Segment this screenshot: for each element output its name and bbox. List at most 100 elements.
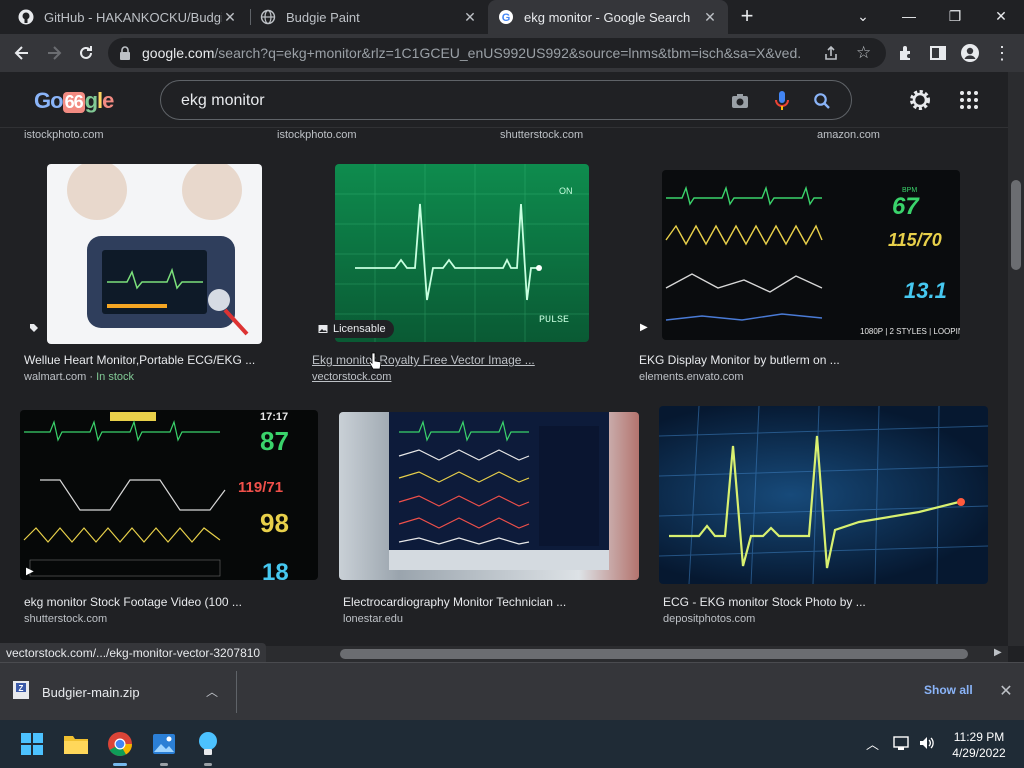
extensions-icon[interactable]: [892, 39, 920, 67]
search-box[interactable]: ekg monitor: [160, 80, 852, 120]
image-text-m-spo2: 98: [260, 508, 289, 538]
share-icon[interactable]: [822, 44, 840, 67]
search-input[interactable]: ekg monitor: [181, 92, 265, 110]
clock-date: 4/29/2022: [952, 746, 1006, 760]
photos-icon[interactable]: [148, 728, 180, 760]
windows-taskbar: ︿ 11:29 PM 4/29/2022: [0, 720, 1024, 768]
result-title[interactable]: Electrocardiography Monitor Technician .…: [343, 595, 566, 609]
image-text-pulse: PULSE: [539, 315, 569, 326]
download-item[interactable]: Z Budgier-main.zip ︿: [12, 671, 236, 713]
image-text-nibp: 115/70: [888, 230, 942, 250]
network-icon[interactable]: [892, 734, 910, 757]
file-explorer-icon[interactable]: [60, 728, 92, 760]
chevron-up-icon[interactable]: ︿: [866, 734, 879, 753]
result-title[interactable]: ekg monitor Stock Footage Video (100 ...: [24, 595, 242, 609]
github-icon: [18, 9, 34, 25]
chevron-down-icon[interactable]: ⌄: [840, 0, 886, 32]
side-panel-icon[interactable]: [924, 39, 952, 67]
apps-grid-icon[interactable]: [960, 91, 978, 114]
new-tab-button[interactable]: +: [724, 0, 770, 32]
result-image-shutterstock[interactable]: 17:17 87 119/71 98 18: [20, 410, 318, 580]
tab-title: ekg monitor - Google Search: [524, 9, 691, 25]
bookmark-star-icon[interactable]: ☆: [856, 43, 871, 63]
tab-github[interactable]: GitHub - HAKANKOCKU/Budgier ✕: [8, 0, 248, 34]
result-title[interactable]: Ekg monitor Royalty Free Vector Image ..…: [312, 353, 535, 367]
result-title[interactable]: ECG - EKG monitor Stock Photo by ...: [663, 595, 866, 609]
image-text-on: ON: [559, 186, 573, 196]
image-icon: [318, 325, 328, 333]
settings-gear-icon[interactable]: [908, 88, 932, 117]
close-tab-icon[interactable]: ✕: [462, 9, 478, 25]
address-bar[interactable]: google.com/search?q=ekg+monitor&rlz=1C1G…: [108, 38, 886, 68]
scroll-right-arrow-icon[interactable]: ▶: [994, 647, 1002, 658]
scrollbar-thumb[interactable]: [340, 649, 968, 659]
system-clock[interactable]: 11:29 PM 4/29/2022: [944, 729, 1014, 761]
chrome-icon[interactable]: [104, 728, 136, 760]
reload-button[interactable]: [72, 39, 100, 67]
result-source-name[interactable]: walmart.com: [24, 371, 86, 383]
image-text-spo2: 13.1: [904, 278, 947, 303]
menu-kebab-icon[interactable]: ⋮: [988, 39, 1016, 67]
result-source-name[interactable]: shutterstock.com: [24, 613, 107, 625]
result-image-wellue[interactable]: [47, 164, 262, 344]
image-text-m-rr: 18: [262, 559, 289, 580]
result-image-envato[interactable]: BPM 67 115/70 13.1 1080P | 2 STYLES | LO…: [662, 170, 960, 340]
microphone-icon[interactable]: [771, 90, 793, 112]
licensable-badge[interactable]: Licensable: [312, 320, 394, 338]
svg-text:G: G: [502, 12, 511, 24]
volume-icon[interactable]: [918, 734, 936, 757]
scrollbar-thumb[interactable]: [1011, 180, 1021, 270]
minimize-button[interactable]: —: [886, 0, 932, 32]
result-source[interactable]: amazon.com: [817, 129, 880, 141]
play-icon: ▶: [26, 566, 34, 577]
in-stock-badge: In stock: [96, 371, 135, 383]
result-source-name[interactable]: lonestar.edu: [343, 613, 403, 625]
search-icon[interactable]: [811, 90, 833, 112]
chevron-up-icon[interactable]: ︿: [206, 683, 218, 700]
vertical-scrollbar[interactable]: [1008, 72, 1024, 646]
result-image-depositphotos[interactable]: [659, 406, 988, 584]
tab-google-search[interactable]: G ekg monitor - Google Search ✕: [488, 0, 728, 34]
image-results: istockphoto.com istockphoto.com shutters…: [0, 128, 1008, 646]
image-text-m-hr: 87: [260, 426, 289, 456]
open-indicator: [204, 763, 212, 766]
tab-title: GitHub - HAKANKOCKU/Budgier: [44, 9, 222, 25]
result-source-name[interactable]: elements.envato.com: [639, 371, 744, 383]
windows-start-icon[interactable]: [16, 728, 48, 760]
lock-icon[interactable]: [118, 45, 132, 66]
result-source: walmart.com · In stock: [24, 371, 135, 383]
badge-label: Licensable: [333, 323, 386, 335]
result-image-vector[interactable]: ON PULSE: [335, 164, 589, 342]
back-button[interactable]: [8, 39, 36, 67]
google-icon: G: [498, 9, 514, 25]
tips-lightbulb-icon[interactable]: [192, 728, 224, 760]
image-text-hr: 67: [892, 193, 920, 220]
result-image-lonestar[interactable]: [339, 412, 639, 580]
result-source[interactable]: istockphoto.com: [277, 129, 356, 141]
camera-icon[interactable]: [729, 90, 751, 112]
google-doodle-logo[interactable]: Go 66gle: [34, 88, 114, 114]
show-all-button[interactable]: Show all: [914, 681, 983, 699]
tab-budgie-paint[interactable]: Budgie Paint ✕: [250, 0, 488, 34]
result-source[interactable]: istockphoto.com: [24, 129, 103, 141]
svg-text:Z: Z: [19, 684, 24, 693]
close-tab-icon[interactable]: ✕: [222, 9, 238, 25]
result-title[interactable]: Wellue Heart Monitor,Portable ECG/EKG ..…: [24, 353, 255, 367]
result-source[interactable]: shutterstock.com: [500, 129, 583, 141]
result-title[interactable]: EKG Display Monitor by butlerm on ...: [639, 353, 840, 367]
open-indicator: [160, 763, 168, 766]
close-window-button[interactable]: ✕: [978, 0, 1024, 32]
image-text-time: 17:17: [260, 411, 288, 423]
tab-title: Budgie Paint: [286, 9, 360, 25]
close-tab-icon[interactable]: ✕: [702, 9, 718, 25]
image-text-footer: 1080P | 2 STYLES | LOOPING: [860, 327, 960, 336]
close-downloads-icon[interactable]: ✕: [996, 681, 1016, 701]
forward-button[interactable]: [40, 39, 68, 67]
url-host: google.com: [142, 45, 215, 61]
url-path: /search?q=ekg+monitor&rlz=1C1GCEU_enUS99…: [214, 45, 802, 61]
browser-toolbar: google.com/search?q=ekg+monitor&rlz=1C1G…: [0, 34, 1024, 72]
result-source-name[interactable]: depositphotos.com: [663, 613, 755, 625]
downloads-bar: Z Budgier-main.zip ︿ Show all ✕: [0, 662, 1024, 720]
restore-button[interactable]: ❐: [932, 0, 978, 32]
profile-icon[interactable]: [956, 39, 984, 67]
